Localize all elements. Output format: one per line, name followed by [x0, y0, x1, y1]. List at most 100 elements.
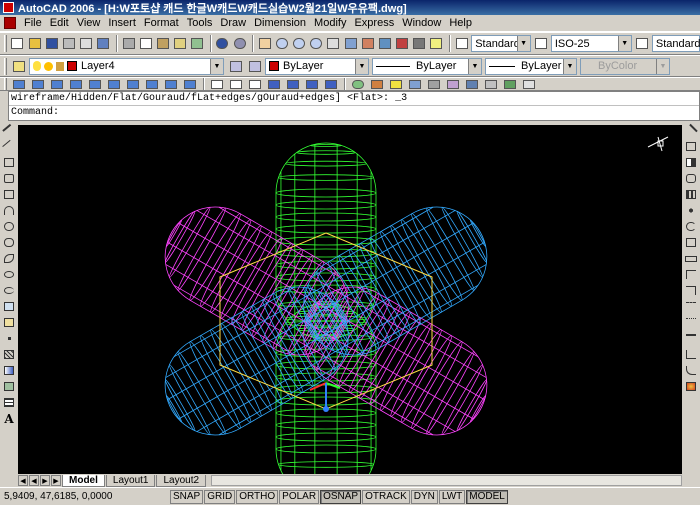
gradient-icon[interactable] [2, 364, 16, 377]
layer-manager-icon[interactable] [10, 58, 27, 75]
make-object-layer-current-icon[interactable] [227, 58, 244, 75]
chamfer-icon[interactable] [684, 348, 698, 361]
mirror-icon[interactable] [684, 156, 698, 169]
render-icon[interactable] [368, 78, 385, 90]
rectangle-icon[interactable] [2, 188, 16, 201]
multiline-text-icon[interactable]: A [2, 412, 16, 426]
polar-toggle[interactable]: POLAR [279, 489, 320, 504]
extend-icon[interactable] [684, 284, 698, 297]
menu-edit[interactable]: Edit [46, 16, 73, 31]
horizontal-scrollbar[interactable] [211, 475, 682, 486]
table-style-icon[interactable] [635, 35, 650, 52]
plot-icon[interactable] [61, 35, 76, 52]
properties-icon[interactable] [326, 35, 341, 52]
offset-icon[interactable] [684, 172, 698, 185]
flat-edges-icon[interactable] [303, 78, 320, 90]
make-block-icon[interactable] [2, 316, 16, 329]
toolbar-grip[interactable] [4, 57, 7, 75]
chevron-down-icon[interactable]: ▼ [210, 58, 223, 74]
zoom-window-icon[interactable] [291, 35, 306, 52]
2d-wireframe-icon[interactable] [208, 78, 225, 90]
chevron-down-icon[interactable]: ▼ [468, 58, 481, 74]
copy-object-icon[interactable] [684, 140, 698, 153]
menu-draw[interactable]: Draw [216, 16, 250, 31]
pan-icon[interactable] [257, 35, 272, 52]
command-window[interactable]: wireframe/Hidden/Flat/Gouraud/fLat+edges… [8, 91, 700, 121]
lwt-toggle[interactable]: LWT [438, 489, 466, 504]
toolbar-grip[interactable] [4, 35, 7, 52]
table-icon[interactable] [2, 396, 16, 409]
tab-model[interactable]: Model [62, 474, 105, 487]
tab-layout2[interactable]: Layout2 [156, 474, 207, 487]
grid-toggle[interactable]: GRID [204, 489, 236, 504]
layer-select[interactable]: Layer4 ▼ [29, 57, 224, 75]
statistics-icon[interactable] [520, 78, 537, 90]
undo-icon[interactable] [215, 35, 230, 52]
back-view-icon[interactable] [105, 78, 122, 90]
linetype-select[interactable]: ByLayer ▼ [372, 57, 482, 75]
tab-layout1[interactable]: Layout1 [105, 474, 156, 487]
previous-tab-icon[interactable]: ◀ [29, 475, 39, 486]
menu-file[interactable]: File [20, 16, 46, 31]
help-icon[interactable] [429, 35, 444, 52]
move-icon[interactable] [684, 204, 698, 217]
lights-icon[interactable] [387, 78, 404, 90]
menu-modify[interactable]: Modify [310, 16, 350, 31]
last-tab-icon[interactable]: ▶ [51, 475, 61, 486]
chevron-down-icon[interactable]: ▼ [617, 36, 631, 51]
zoom-realtime-icon[interactable] [274, 35, 289, 52]
model-paper-toggle[interactable]: MODEL [466, 489, 508, 504]
text-style-select[interactable]: Standard ▼ [471, 35, 531, 52]
dim-style-icon[interactable] [534, 35, 549, 52]
polygon-icon[interactable] [2, 172, 16, 185]
menu-help[interactable]: Help [445, 16, 476, 31]
hatch-icon[interactable] [2, 348, 16, 361]
table-style-select[interactable]: Standard [651, 35, 700, 52]
ellipse-icon[interactable] [2, 268, 16, 281]
front-view-icon[interactable] [86, 78, 103, 90]
chevron-down-icon[interactable]: ▼ [516, 36, 530, 51]
arc-icon[interactable] [2, 204, 16, 217]
cut-icon[interactable] [121, 35, 136, 52]
save-icon[interactable] [44, 35, 59, 52]
line-icon[interactable] [2, 123, 16, 138]
array-icon[interactable] [684, 188, 698, 201]
region-icon[interactable] [2, 380, 16, 393]
otrack-toggle[interactable]: OTRACK [362, 489, 410, 504]
design-center-icon[interactable] [343, 35, 358, 52]
scale-icon[interactable] [684, 236, 698, 249]
quickcalc-icon[interactable] [412, 35, 427, 52]
fog-icon[interactable] [482, 78, 499, 90]
insert-block-icon[interactable] [2, 300, 16, 313]
hidden-icon[interactable] [246, 78, 263, 90]
break-at-point-icon[interactable] [684, 300, 698, 313]
autocad-app-icon[interactable] [3, 2, 14, 13]
menu-insert[interactable]: Insert [104, 16, 140, 31]
chevron-down-icon[interactable]: ▼ [355, 58, 368, 74]
construction-line-icon[interactable] [2, 139, 16, 154]
left-view-icon[interactable] [48, 78, 65, 90]
ellipse-arc-icon[interactable] [2, 284, 16, 297]
block-editor-icon[interactable] [190, 35, 205, 52]
plot-preview-icon[interactable] [79, 35, 94, 52]
menu-dimension[interactable]: Dimension [250, 16, 310, 31]
redo-icon[interactable] [232, 35, 247, 52]
publish-icon[interactable] [96, 35, 111, 52]
paste-icon[interactable] [155, 35, 170, 52]
gouraud-edges-icon[interactable] [322, 78, 339, 90]
scenes-icon[interactable] [406, 78, 423, 90]
bottom-view-icon[interactable] [29, 78, 46, 90]
toolbar-grip[interactable] [4, 78, 7, 90]
circle-icon[interactable] [2, 220, 16, 233]
explode-icon[interactable] [684, 380, 698, 393]
menu-view[interactable]: View [73, 16, 105, 31]
sheet-set-icon[interactable] [377, 35, 392, 52]
gouraud-shaded-icon[interactable] [284, 78, 301, 90]
menu-format[interactable]: Format [140, 16, 183, 31]
right-view-icon[interactable] [67, 78, 84, 90]
polyline-icon[interactable] [2, 156, 16, 169]
point-icon[interactable] [2, 332, 16, 345]
command-prompt[interactable]: Command: [9, 106, 699, 120]
revision-cloud-icon[interactable] [2, 236, 16, 249]
copy-icon[interactable] [138, 35, 153, 52]
